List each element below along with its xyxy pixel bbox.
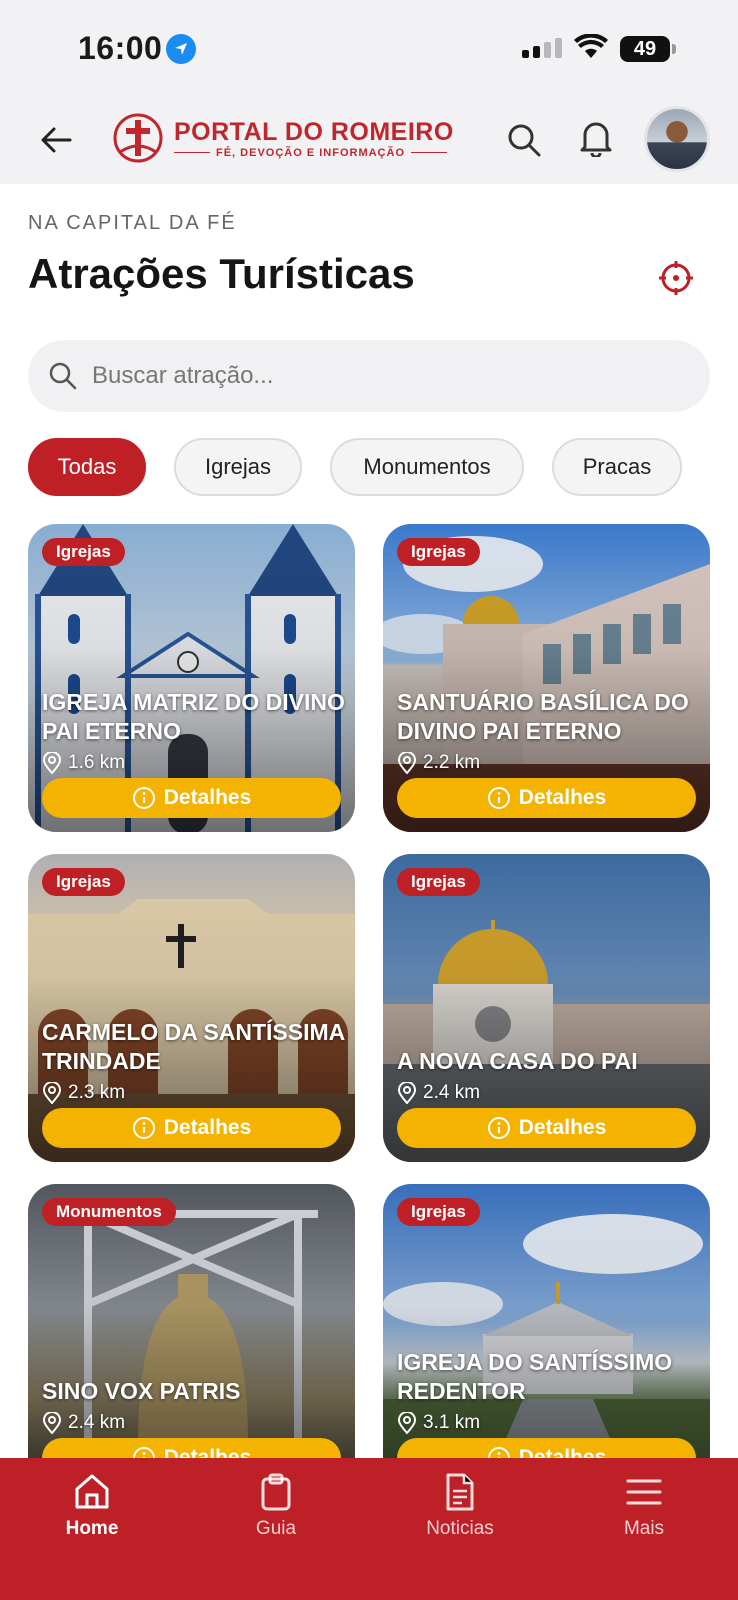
tab-home-label: Home <box>65 1518 119 1539</box>
map-pin-icon <box>397 1082 417 1104</box>
tab-guia[interactable]: Guia <box>216 1472 336 1540</box>
attraction-distance: 3.1 km <box>397 1412 480 1434</box>
tab-noticias-label: Noticias <box>426 1518 494 1539</box>
tab-guia-label: Guia <box>255 1518 297 1539</box>
tab-mais-label: Mais <box>623 1518 665 1539</box>
filter-chips: Todas Igrejas Monumentos Pracas <box>28 438 682 496</box>
notifications-button[interactable] <box>574 116 618 160</box>
details-button[interactable]: Detalhes <box>42 778 341 818</box>
bottom-tab-bar: Home Guia Noticias Mais <box>0 1458 738 1600</box>
attraction-distance: 2.3 km <box>42 1082 125 1104</box>
header-search-button[interactable] <box>502 118 546 162</box>
info-icon <box>132 1117 155 1139</box>
home-icon <box>75 1474 109 1509</box>
attraction-name: Carmelo da Santíssima Trindade <box>42 1019 345 1074</box>
search-input[interactable] <box>92 362 652 390</box>
attraction-card[interactable]: Igrejas Igreja Matriz do Divino Pai Eter… <box>28 524 355 832</box>
attraction-card[interactable]: Igrejas Igreja do Santíssimo Redentor 3.… <box>383 1184 710 1492</box>
category-badge: Igrejas <box>42 868 125 896</box>
attraction-search-bar <box>28 340 710 412</box>
battery-indicator: 49 <box>620 36 676 62</box>
info-icon <box>487 787 510 809</box>
attraction-card[interactable]: Igrejas Carmelo da Santíssima Trindade 2… <box>28 854 355 1162</box>
map-pin-icon <box>397 1412 417 1434</box>
tab-mais[interactable]: Mais <box>584 1472 704 1540</box>
attraction-distance: 2.2 km <box>397 752 480 774</box>
back-button[interactable] <box>34 118 78 162</box>
status-time: 16:00 <box>78 30 163 66</box>
location-arrow-icon <box>166 34 196 64</box>
attraction-card[interactable]: Igrejas Santuário Basílica do Divino Pai… <box>383 524 710 832</box>
crosshair-icon <box>659 261 693 295</box>
page-title: Atrações Turísticas <box>28 250 415 297</box>
attraction-distance: 1.6 km <box>42 752 125 774</box>
arrow-left-icon <box>41 127 72 153</box>
status-bar: 16:00 49 <box>0 0 738 96</box>
info-icon <box>132 787 155 809</box>
attraction-name: Igreja do Santíssimo Redentor <box>397 1349 673 1404</box>
details-button[interactable]: Detalhes <box>397 1108 696 1148</box>
attraction-name: Santuário Basílica do Divino Pai Eterno <box>397 689 689 744</box>
cellular-signal-icon <box>522 38 562 58</box>
logo-title: PORTAL DO ROMEIRO <box>174 117 454 146</box>
cross-logo-icon <box>113 113 163 163</box>
app-header: PORTAL DO ROMEIRO FÉ, DEVOÇÃO E INFORMAÇ… <box>0 96 738 184</box>
clipboard-icon <box>261 1473 291 1511</box>
tab-home[interactable]: Home <box>32 1472 152 1540</box>
user-avatar[interactable] <box>644 106 710 172</box>
filter-chip-igrejas[interactable]: Igrejas <box>174 438 302 496</box>
locate-me-button[interactable] <box>654 256 698 300</box>
map-pin-icon <box>42 752 62 774</box>
attraction-card[interactable]: Igrejas A Nova Casa do Pai 2.4 km Detalh… <box>383 854 710 1162</box>
tab-noticias[interactable]: Noticias <box>400 1472 520 1540</box>
document-icon <box>446 1473 474 1511</box>
category-badge: Igrejas <box>42 538 125 566</box>
menu-icon <box>626 1479 662 1505</box>
wifi-icon <box>574 33 608 65</box>
attraction-card[interactable]: Monumentos Sino Vox Patris 2.4 km Detalh… <box>28 1184 355 1492</box>
attraction-distance: 2.4 km <box>397 1082 480 1104</box>
attraction-name: A Nova Casa do Pai <box>397 1048 638 1074</box>
details-button[interactable]: Detalhes <box>397 778 696 818</box>
logo-subtitle: FÉ, DEVOÇÃO E INFORMAÇÃO <box>174 147 454 159</box>
map-pin-icon <box>397 752 417 774</box>
category-badge: Igrejas <box>397 538 480 566</box>
attraction-name: Sino Vox Patris <box>42 1378 241 1404</box>
attraction-distance: 2.4 km <box>42 1412 125 1434</box>
attraction-name: Igreja Matriz do Divino Pai Eterno <box>42 689 345 744</box>
details-button[interactable]: Detalhes <box>42 1108 341 1148</box>
map-pin-icon <box>42 1412 62 1434</box>
app-logo[interactable]: PORTAL DO ROMEIRO FÉ, DEVOÇÃO E INFORMAÇ… <box>112 112 454 164</box>
info-icon <box>487 1117 510 1139</box>
filter-chip-todas[interactable]: Todas <box>28 438 146 496</box>
bell-icon <box>580 122 612 157</box>
search-icon <box>508 124 541 157</box>
filter-chip-monumentos[interactable]: Monumentos <box>330 438 524 496</box>
map-pin-icon <box>42 1082 62 1104</box>
category-badge: Igrejas <box>397 868 480 896</box>
page-eyebrow: NA CAPITAL DA FÉ <box>28 212 237 234</box>
search-icon <box>49 362 77 390</box>
category-badge: Igrejas <box>397 1198 480 1226</box>
category-badge: Monumentos <box>42 1198 176 1226</box>
filter-chip-pracas[interactable]: Pracas <box>552 438 682 496</box>
attractions-grid: Igrejas Igreja Matriz do Divino Pai Eter… <box>28 524 710 1492</box>
